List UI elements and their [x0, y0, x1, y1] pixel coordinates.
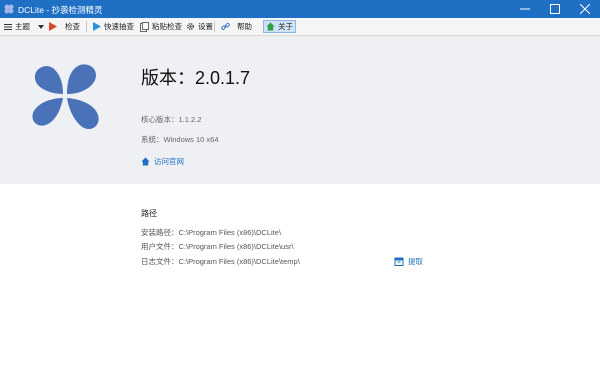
app-icon — [4, 4, 14, 14]
log-files-label: 日志文件： — [141, 257, 179, 266]
maximize-button[interactable] — [540, 0, 570, 18]
install-path-value: C:\Program Files (x86)\DCLite\ — [178, 228, 282, 237]
check-label: 检查 — [65, 22, 80, 31]
home-icon — [266, 22, 275, 31]
help-label: 帮助 — [237, 22, 252, 31]
archive-icon — [394, 257, 404, 266]
log-files-path-row: 日志文件：C:\Program Files (x86)\DCLite\temp\ — [141, 256, 300, 267]
settings-button[interactable]: 设置 — [184, 20, 215, 33]
link-icon — [221, 22, 230, 30]
log-files-value: C:\Program Files (x86)\DCLite\temp\ — [178, 257, 300, 266]
install-path-label: 安装路径： — [141, 228, 179, 237]
check-button[interactable]: 检查 — [47, 20, 82, 33]
theme-label: 主题 — [15, 22, 30, 31]
gear-icon — [187, 23, 194, 30]
user-files-path-row: 用户文件：C:\Program Files (x86)\DCLite\usr\ — [141, 241, 294, 252]
hamburger-icon — [4, 23, 12, 30]
system-info-text: 系统：Windows 10 x64 — [141, 135, 219, 144]
toolbar-separator — [86, 21, 87, 32]
core-version-text: 核心版本：1.1.2.2 — [141, 115, 202, 124]
title-bar: DCLite - 抄袭检测精灵 — [0, 0, 600, 18]
paste-check-button[interactable]: 粘贴检查 — [138, 20, 184, 33]
settings-label: 设置 — [198, 22, 213, 31]
quick-check-label: 快速抽查 — [104, 22, 134, 31]
install-path-row: 安装路径：C:\Program Files (x86)\DCLite\ — [141, 227, 281, 238]
about-label: 关于 — [278, 22, 293, 31]
play-icon — [93, 22, 101, 31]
minimize-icon — [520, 8, 530, 10]
visit-website-label: 访问官网 — [154, 157, 184, 166]
toolbar: 主题 检查 快速抽查 粘贴检查 设置 帮助 关于 — [0, 18, 600, 36]
maximize-icon — [550, 4, 560, 14]
paste-check-label: 粘贴检查 — [152, 22, 182, 31]
version-heading: 版本：2.0.1.7 — [141, 68, 251, 88]
minimize-button[interactable] — [510, 0, 540, 18]
quick-check-button[interactable]: 快速抽查 — [91, 20, 136, 33]
home-icon — [141, 157, 150, 166]
clover-logo-icon — [32, 64, 99, 130]
user-files-value: C:\Program Files (x86)\DCLite\usr\ — [178, 242, 294, 251]
dropdown-arrow-icon — [38, 24, 44, 29]
play-icon — [49, 22, 57, 31]
paths-section-title: 路径 — [141, 209, 157, 218]
paste-icon — [140, 21, 149, 32]
theme-menu-button[interactable]: 主题 — [2, 20, 46, 33]
window-title: DCLite - 抄袭检测精灵 — [18, 5, 103, 15]
about-button[interactable]: 关于 — [263, 20, 296, 33]
extract-label: 提取 — [408, 257, 423, 266]
visit-website-link[interactable]: 访问官网 — [141, 156, 184, 167]
close-icon — [580, 4, 590, 14]
user-files-label: 用户文件： — [141, 242, 179, 251]
close-button[interactable] — [570, 0, 600, 18]
toolbar-separator — [214, 21, 215, 32]
extract-logs-button[interactable]: 提取 — [394, 256, 423, 267]
